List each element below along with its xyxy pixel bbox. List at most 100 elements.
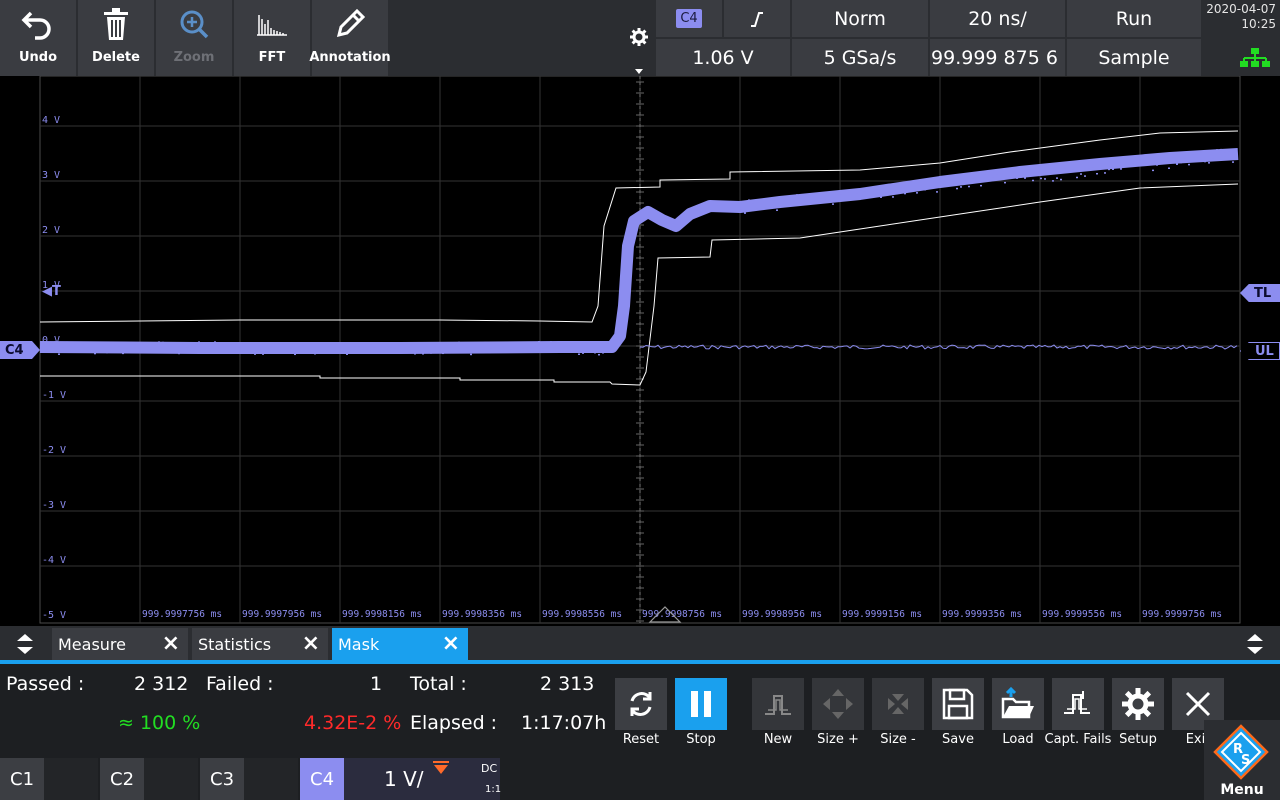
close-icon[interactable]: × bbox=[162, 631, 180, 656]
trace-noise bbox=[876, 189, 878, 192]
horizontal-position[interactable]: 999.999 875 6 .. bbox=[930, 39, 1065, 76]
capture-fails-button[interactable] bbox=[1052, 678, 1104, 730]
new-mask-button[interactable] bbox=[752, 678, 804, 730]
channel-c2[interactable]: C2 bbox=[100, 758, 198, 800]
trigger-mode[interactable]: Norm bbox=[792, 0, 928, 37]
channel-c1-label: C1 bbox=[10, 768, 35, 790]
trace-noise bbox=[434, 346, 436, 349]
size-plus-button[interactable] bbox=[812, 678, 864, 730]
channel-c1[interactable]: C1 bbox=[0, 758, 98, 800]
trigger-level-marker[interactable]: ◀T bbox=[42, 284, 61, 299]
time-text: 10:25 bbox=[1241, 17, 1276, 31]
trigger-slope[interactable] bbox=[724, 0, 790, 37]
tab-statistics-label: Statistics bbox=[198, 634, 272, 654]
menu-button[interactable]: R S Menu bbox=[1204, 720, 1280, 800]
trigger-position-icon[interactable] bbox=[648, 604, 682, 624]
time-per-div[interactable]: 20 ns/ bbox=[930, 0, 1065, 37]
capture-fails-label: Capt. Fails bbox=[1044, 732, 1112, 747]
trace-noise bbox=[744, 212, 746, 214]
trace-noise bbox=[1148, 156, 1150, 158]
y-axis-label: -3 V bbox=[42, 500, 66, 511]
passed-label: Passed : bbox=[6, 673, 85, 695]
undo-icon bbox=[21, 0, 55, 48]
trace-noise bbox=[956, 187, 958, 190]
trace-noise bbox=[980, 184, 982, 187]
failed-value: 1 bbox=[370, 673, 383, 695]
trace-noise bbox=[298, 344, 300, 347]
passed-percent: ≈ 100 % bbox=[118, 712, 201, 734]
trace-noise bbox=[478, 348, 480, 351]
trace-noise bbox=[1200, 150, 1202, 153]
trace-noise bbox=[992, 177, 994, 179]
tab-mask[interactable]: Mask × bbox=[332, 628, 468, 660]
trace-noise bbox=[952, 180, 954, 182]
trace-noise bbox=[514, 348, 516, 350]
tab-measure-label: Measure bbox=[58, 634, 126, 654]
trace-noise bbox=[1208, 162, 1210, 164]
undo-button[interactable]: Undo bbox=[0, 0, 76, 76]
trace-noise bbox=[1144, 160, 1146, 162]
x-axis-label: 999.9998956 ms bbox=[742, 609, 822, 620]
trace-noise bbox=[1128, 164, 1130, 167]
trace-noise bbox=[166, 350, 168, 353]
close-icon[interactable]: × bbox=[302, 631, 320, 656]
trace-noise bbox=[1040, 177, 1042, 180]
trigger-source[interactable]: C4 bbox=[656, 0, 722, 37]
zoom-button[interactable]: Zoom bbox=[156, 0, 232, 76]
trace-noise bbox=[206, 350, 208, 352]
save-button[interactable] bbox=[932, 678, 984, 730]
trace-noise bbox=[442, 352, 444, 355]
trace-noise bbox=[182, 342, 184, 344]
trigger-channel-badge: C4 bbox=[676, 9, 702, 28]
setup-button[interactable] bbox=[1112, 678, 1164, 730]
delete-button[interactable]: Delete bbox=[78, 0, 154, 76]
tabs-expand-left[interactable] bbox=[0, 626, 50, 662]
trace-noise bbox=[1080, 173, 1082, 175]
trace-noise bbox=[812, 193, 814, 195]
size-minus-button[interactable] bbox=[872, 678, 924, 730]
elapsed-label: Elapsed : bbox=[410, 712, 498, 734]
load-button[interactable] bbox=[992, 678, 1044, 730]
run-state[interactable]: Run bbox=[1067, 0, 1201, 37]
channel-c4[interactable]: C4 1 V/ DC 1:1 bbox=[300, 758, 501, 800]
trace-noise bbox=[370, 342, 372, 345]
trace-noise bbox=[482, 348, 484, 350]
trace-noise bbox=[246, 349, 248, 351]
close-icon[interactable]: × bbox=[442, 631, 460, 656]
sample-rate[interactable]: 5 GSa/s bbox=[792, 39, 928, 76]
annotation-button[interactable]: Annotation bbox=[309, 0, 391, 76]
y-axis-label: -5 V bbox=[42, 610, 66, 621]
trace-noise bbox=[1032, 179, 1034, 182]
tab-statistics[interactable]: Statistics × bbox=[192, 628, 328, 660]
x-axis-label: 999.9998156 ms bbox=[342, 609, 422, 620]
reset-button[interactable] bbox=[615, 678, 667, 730]
tabs-expand-right[interactable] bbox=[1230, 626, 1280, 662]
trace-noise bbox=[1092, 167, 1094, 170]
tab-measure[interactable]: Measure × bbox=[52, 628, 188, 660]
trace-noise bbox=[110, 343, 112, 345]
trace-noise bbox=[900, 187, 902, 190]
trigger-level[interactable]: 1.06 V bbox=[656, 39, 790, 76]
trace-noise bbox=[354, 345, 356, 347]
fft-button[interactable]: FFT bbox=[234, 0, 310, 76]
trace-noise bbox=[1216, 149, 1218, 151]
trace-noise bbox=[1072, 169, 1074, 172]
trace-noise bbox=[542, 347, 544, 349]
trace-noise bbox=[1204, 160, 1206, 163]
trace-noise bbox=[338, 342, 340, 345]
acquisition-mode[interactable]: Sample bbox=[1067, 39, 1201, 76]
trace-noise bbox=[1056, 177, 1058, 179]
channel-offset-marker[interactable]: C4 bbox=[0, 341, 40, 359]
quick-settings-button[interactable] bbox=[624, 0, 654, 76]
waveform-display[interactable]: 4 V3 V2 V1 V0 V -1 V -2 V -3 V -4 V -5 V 999.… bbox=[0, 75, 1280, 626]
stop-button[interactable] bbox=[675, 678, 727, 730]
channel-c3[interactable]: C3 bbox=[200, 758, 298, 800]
fft-icon bbox=[255, 0, 289, 48]
trace-noise bbox=[430, 352, 432, 354]
delete-label: Delete bbox=[92, 50, 140, 65]
new-mask-icon bbox=[765, 695, 791, 715]
trace-noise bbox=[788, 204, 790, 206]
trace-noise bbox=[852, 190, 854, 192]
open-folder-icon bbox=[1001, 687, 1034, 719]
trace-noise bbox=[150, 347, 152, 350]
